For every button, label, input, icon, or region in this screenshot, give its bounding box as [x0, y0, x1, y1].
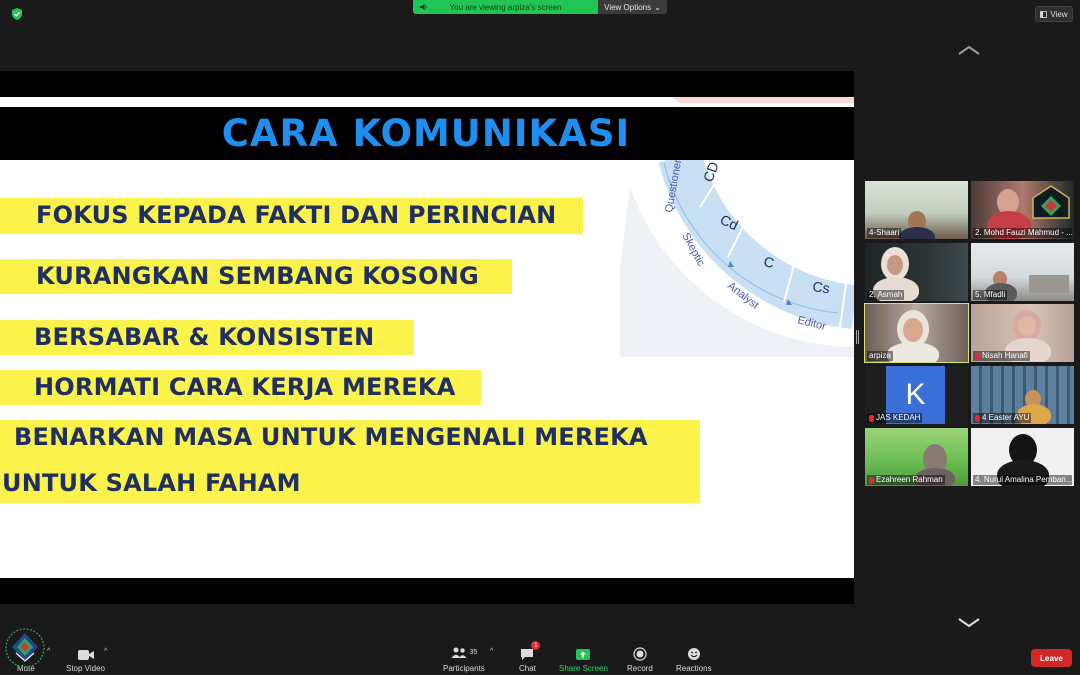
- view-options-label: View Options: [604, 2, 652, 12]
- mute-options-caret[interactable]: ^: [47, 648, 50, 655]
- participant-tile[interactable]: 5. Mfadli: [971, 243, 1074, 301]
- participant-name: JAS KEDAH: [867, 413, 923, 423]
- participant-tile[interactable]: K JAS KEDAH: [865, 366, 968, 424]
- chevron-down-icon: ⌄: [654, 2, 661, 12]
- view-label: View: [1050, 9, 1068, 19]
- record-label: Record: [627, 664, 653, 673]
- bullet-3: BERSABAR & KONSISTEN: [34, 323, 375, 351]
- share-screen-label: Share Screen: [559, 664, 608, 673]
- viewing-screen-banner: You are viewing arpiza's screen: [413, 0, 598, 14]
- bullet-5: BENARKAN MASA UNTUK MENGENALI MEREKA: [14, 423, 648, 451]
- participant-tile[interactable]: Nisah Hanafi: [971, 304, 1074, 362]
- shared-screen[interactable]: Questioner Skeptic Analyst Editor CD Cd …: [0, 71, 854, 604]
- cabinet: [1029, 275, 1069, 293]
- participants-icon: [451, 647, 466, 658]
- participant-name: 4. Nurul Amalina Pemban...: [973, 475, 1072, 485]
- scroll-up-chevron-icon[interactable]: [957, 44, 981, 56]
- slide-title: CARA KOMUNIKASI: [221, 112, 631, 155]
- share-screen-button[interactable]: Share Screen: [559, 644, 608, 673]
- video-options-caret[interactable]: ^: [104, 648, 107, 655]
- participant-name: 2. Mohd Fauzi Mahmud - ...: [973, 228, 1072, 238]
- muted-mic-icon: [975, 414, 980, 422]
- reactions-button[interactable]: Reactions: [676, 644, 712, 673]
- muted-mic-icon: [975, 352, 980, 360]
- stop-video-button[interactable]: Stop Video: [66, 644, 105, 673]
- smiley-icon: [687, 648, 700, 660]
- participants-button[interactable]: 35 Participants: [443, 644, 485, 673]
- organization-logo-icon: [1032, 185, 1070, 219]
- view-layout-button[interactable]: View: [1035, 6, 1073, 22]
- bullet-4: HORMATI CARA KERJA MEREKA: [34, 373, 456, 401]
- reactions-label: Reactions: [676, 664, 712, 673]
- person-face: [1018, 316, 1036, 336]
- share-screen-icon: [576, 649, 591, 660]
- participant-name: 4-Shaari: [867, 228, 902, 238]
- participants-options-caret[interactable]: ^: [490, 648, 493, 655]
- scroll-down-chevron-icon[interactable]: [957, 617, 981, 629]
- person-body: [887, 342, 939, 362]
- meeting-toolbar: [0, 641, 1080, 675]
- muted-mic-icon: [869, 414, 874, 422]
- participant-name: arpiza: [867, 351, 893, 361]
- muted-mic-icon: [869, 476, 874, 484]
- stop-video-label: Stop Video: [66, 664, 105, 673]
- panel-resize-handle[interactable]: [856, 330, 859, 344]
- banner-text: You are viewing arpiza's screen: [449, 2, 562, 12]
- participants-count: 35: [469, 649, 478, 656]
- chat-label: Chat: [519, 664, 536, 673]
- bullet-2: KURANGKAN SEMBANG KOSONG: [36, 262, 479, 290]
- chat-bubble-icon: [521, 649, 534, 660]
- wheel-label-cs: Cs: [812, 278, 831, 296]
- participant-tile[interactable]: 4-Shaari: [865, 181, 968, 239]
- video-camera-icon: [77, 650, 94, 660]
- participant-tile[interactable]: Ezahreen Rahman: [865, 428, 968, 486]
- participant-tile-active-speaker[interactable]: arpiza: [864, 303, 969, 363]
- encryption-shield-icon[interactable]: [10, 7, 24, 21]
- person-face: [903, 318, 923, 342]
- record-icon: [633, 647, 647, 661]
- chat-button[interactable]: 1 Chat: [519, 641, 541, 673]
- participant-tile[interactable]: 4. Nurul Amalina Pemban...: [971, 428, 1074, 486]
- participant-name: 5. Mfadli: [973, 290, 1008, 300]
- participant-tile[interactable]: 2. Mohd Fauzi Mahmud - ...: [971, 181, 1074, 239]
- speaker-icon: [420, 4, 427, 10]
- participant-name: 4 Easter AYU: [973, 413, 1032, 423]
- participants-label: Participants: [443, 664, 485, 673]
- participant-name: 2. Asmah: [867, 290, 905, 300]
- participant-name: Nisah Hanafi: [973, 351, 1030, 361]
- record-button[interactable]: Record: [627, 644, 653, 673]
- organization-logo-icon: [5, 628, 45, 668]
- participant-tile[interactable]: 2. Asmah: [865, 243, 968, 301]
- view-options-button[interactable]: View Options ⌄: [598, 0, 667, 14]
- bullet-1: FOKUS KEPADA FAKTI DAN PERINCIAN: [36, 201, 557, 229]
- presentation-slide: Questioner Skeptic Analyst Editor CD Cd …: [0, 97, 854, 578]
- layout-icon: [1040, 10, 1048, 18]
- leave-button[interactable]: Leave: [1031, 649, 1072, 667]
- bullet-5-continued: UNTUK SALAH FAHAM: [2, 469, 301, 497]
- person-face: [887, 255, 903, 275]
- participant-name: Ezahreen Rahman: [867, 475, 945, 485]
- participant-tile[interactable]: 4 Easter AYU: [971, 366, 1074, 424]
